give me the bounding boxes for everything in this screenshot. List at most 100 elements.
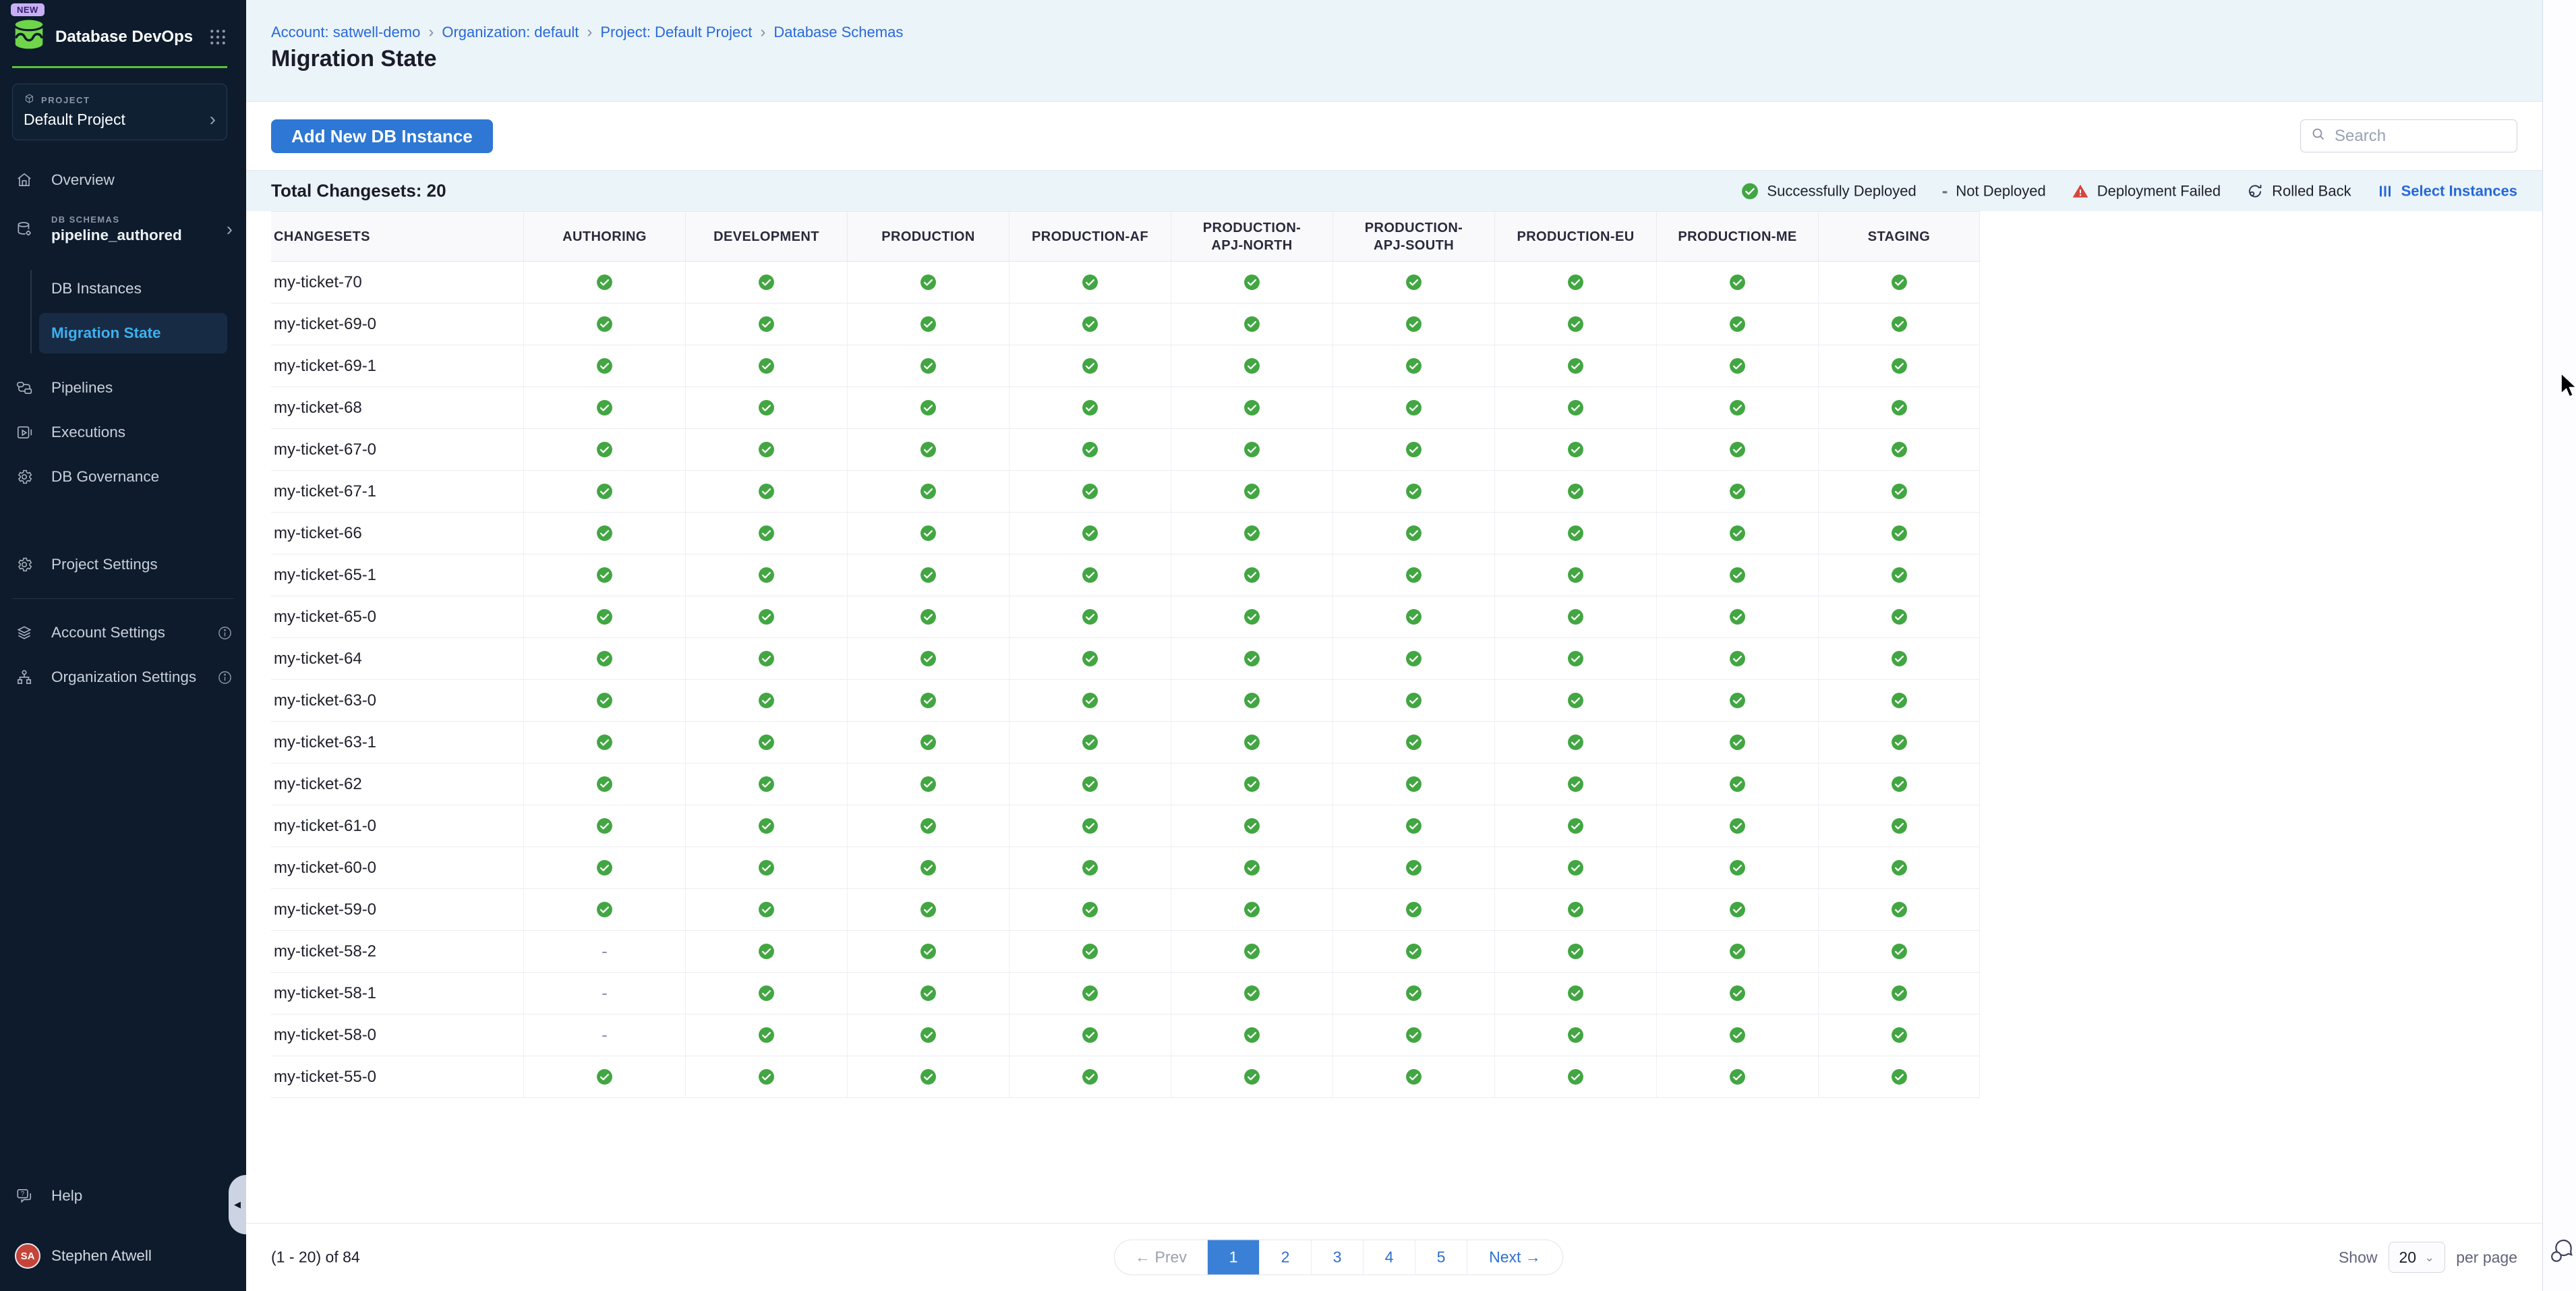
page-size-select[interactable]: 20 ⌄	[2389, 1242, 2446, 1273]
page-button-5[interactable]: 5	[1415, 1240, 1467, 1275]
check-circle-icon	[1567, 650, 1584, 667]
check-circle-icon	[758, 441, 775, 458]
new-badge: NEW	[11, 3, 45, 16]
sidebar-nav: Overview DB SCHEMAS pipeline_authored › …	[0, 158, 246, 699]
status-deployed	[1171, 638, 1333, 679]
table-row: my-ticket-65-0	[271, 596, 1980, 638]
add-new-db-instance-button[interactable]: Add New DB Instance	[271, 119, 493, 153]
info-icon[interactable]	[217, 670, 233, 685]
status-deployed	[847, 889, 1009, 930]
status-deployed	[1333, 638, 1494, 679]
status-deployed	[847, 471, 1009, 512]
status-deployed	[1494, 889, 1656, 930]
project-selector[interactable]: PROJECT Default Project ›	[12, 84, 227, 140]
check-circle-icon	[1243, 985, 1260, 1002]
status-deployed	[1333, 847, 1494, 888]
database-icon	[15, 221, 34, 238]
page-button-1[interactable]: 1	[1207, 1240, 1259, 1275]
breadcrumb-database-schemas[interactable]: Database Schemas	[773, 24, 903, 41]
collapse-arrow-icon: ◀	[234, 1199, 241, 1210]
sidebar-item-organization-settings[interactable]: Organization Settings	[0, 655, 246, 699]
info-icon[interactable]	[217, 625, 233, 641]
check-circle-icon	[1082, 901, 1099, 918]
sidebar-item-account-settings[interactable]: Account Settings	[0, 610, 246, 655]
check-circle-icon	[1243, 441, 1260, 458]
table-row: my-ticket-66	[271, 513, 1980, 554]
column-header-production-apj-north: PRODUCTION-APJ-NORTH	[1171, 212, 1333, 261]
prev-page-button[interactable]: ← Prev	[1115, 1240, 1207, 1275]
table-row: my-ticket-61-0	[271, 805, 1980, 847]
status-deployed	[1171, 764, 1333, 805]
table-row: my-ticket-65-1	[271, 554, 1980, 596]
chat-bubbles-icon[interactable]	[2548, 1237, 2575, 1269]
next-page-button[interactable]: Next →	[1467, 1240, 1562, 1275]
sidebar-item-db-governance[interactable]: DB Governance	[0, 455, 246, 499]
search-input[interactable]	[2335, 127, 2507, 146]
sidebar-collapse-handle[interactable]: ◀	[229, 1175, 246, 1234]
status-deployed	[1009, 931, 1171, 972]
sidebar-item-executions[interactable]: Executions	[0, 410, 246, 455]
status-deployed	[847, 764, 1009, 805]
check-circle-icon	[1243, 316, 1260, 333]
status-deployed	[847, 304, 1009, 345]
gear-icon	[15, 556, 34, 573]
sidebar-item-project-settings[interactable]: Project Settings	[0, 542, 246, 587]
user-menu[interactable]: SA Stephen Atwell	[0, 1234, 246, 1278]
check-circle-icon	[1243, 859, 1260, 876]
status-deployed	[685, 847, 847, 888]
avatar: SA	[15, 1243, 40, 1269]
sidebar-item-pipelines[interactable]: Pipelines	[0, 366, 246, 410]
select-instances-button[interactable]: Select Instances	[2377, 182, 2517, 200]
sidebar-item-db-instances[interactable]: DB Instances	[39, 268, 227, 309]
check-circle-icon	[920, 985, 937, 1002]
status-deployed	[1009, 973, 1171, 1014]
status-deployed	[1656, 973, 1818, 1014]
check-circle-icon	[1243, 817, 1260, 834]
page-button-2[interactable]: 2	[1259, 1240, 1311, 1275]
check-circle-icon	[596, 1068, 613, 1085]
check-circle-icon	[1729, 943, 1746, 960]
check-circle-icon	[758, 943, 775, 960]
breadcrumb-project[interactable]: Project: Default Project	[600, 24, 752, 41]
breadcrumb-organization[interactable]: Organization: default	[442, 24, 579, 41]
sidebar-item-help[interactable]: ? Help	[0, 1174, 246, 1218]
table-row: my-ticket-67-1	[271, 471, 1980, 513]
scrollbar-strip[interactable]	[2542, 0, 2576, 1291]
status-deployed	[1171, 1056, 1333, 1097]
breadcrumb-account[interactable]: Account: satwell-demo	[271, 24, 420, 41]
check-circle-icon	[1891, 650, 1908, 667]
check-circle-icon	[1729, 357, 1746, 374]
check-circle-icon	[596, 483, 613, 500]
check-circle-icon	[1405, 357, 1422, 374]
page-button-3[interactable]: 3	[1311, 1240, 1363, 1275]
sidebar-item-overview[interactable]: Overview	[0, 158, 246, 202]
table-row: my-ticket-55-0	[271, 1056, 1980, 1098]
status-deployed	[847, 513, 1009, 554]
sidebar-item-migration-state[interactable]: Migration State	[39, 313, 227, 353]
status-deployed	[1494, 764, 1656, 805]
status-deployed	[1171, 805, 1333, 847]
status-deployed	[847, 1014, 1009, 1056]
page-button-4[interactable]: 4	[1363, 1240, 1415, 1275]
cube-icon	[24, 93, 35, 107]
page-title: Migration State	[271, 46, 437, 72]
sidebar-item-db-schemas[interactable]: DB SCHEMAS pipeline_authored ›	[0, 202, 246, 256]
status-deployed	[1494, 1056, 1656, 1097]
check-circle-icon	[1729, 274, 1746, 291]
svg-text:?: ?	[21, 1190, 25, 1198]
check-circle-icon	[1082, 1027, 1099, 1043]
status-deployed	[685, 973, 847, 1014]
app-launcher-grid-icon[interactable]	[208, 27, 228, 47]
status-deployed	[685, 471, 847, 512]
check-circle-icon	[758, 357, 775, 374]
check-circle-icon	[596, 817, 613, 834]
status-deployed	[1818, 1056, 1980, 1097]
status-deployed	[1171, 262, 1333, 303]
user-name: Stephen Atwell	[51, 1247, 152, 1265]
status-deployed	[1818, 680, 1980, 721]
check-circle-icon	[596, 525, 613, 542]
status-deployed	[1656, 262, 1818, 303]
status-deployed	[1656, 471, 1818, 512]
check-circle-icon	[1567, 859, 1584, 876]
search-box[interactable]	[2300, 119, 2517, 152]
